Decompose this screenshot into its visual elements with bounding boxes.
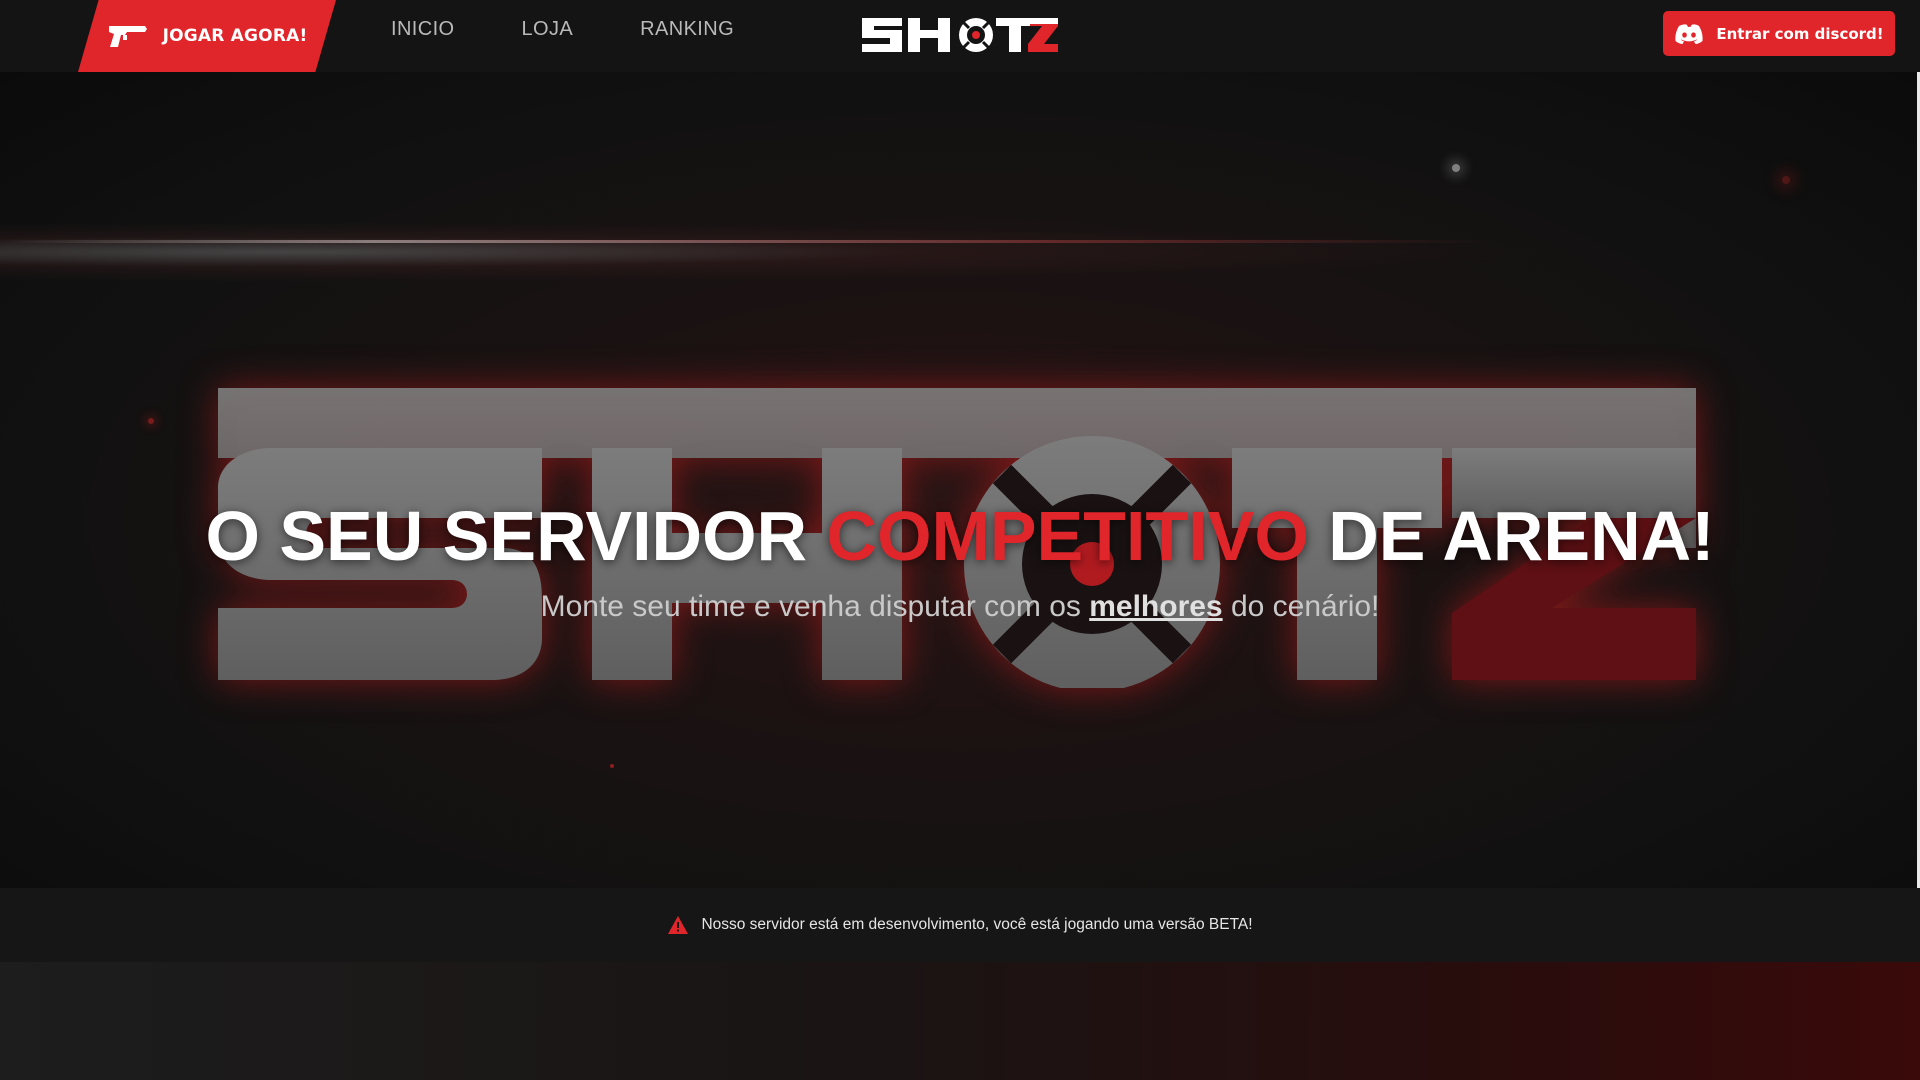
spark xyxy=(148,418,154,424)
nav-link-loja[interactable]: LOJA xyxy=(522,18,574,41)
subtitle-before: Monte seu time e venha disputar com os xyxy=(540,590,1081,623)
discord-login-button[interactable]: Entrar com discord! xyxy=(1663,11,1895,56)
light-streak xyxy=(0,222,1560,282)
footer-band xyxy=(0,962,1920,1080)
spark xyxy=(1452,164,1460,172)
spark xyxy=(1782,176,1790,184)
headline-part1: O SEU SERVIDOR xyxy=(205,497,808,575)
light-line xyxy=(0,240,1500,243)
hero-section: O SEU SERVIDOR COMPETITIVO DE ARENA! Mon… xyxy=(0,72,1920,888)
top-navbar: JOGAR AGORA! INICIO LOJA RANKING Entrar … xyxy=(0,0,1920,72)
play-now-label: JOGAR AGORA! xyxy=(162,26,308,46)
subtitle-after: do cenário! xyxy=(1230,590,1380,623)
pistol-icon xyxy=(108,26,147,47)
hero-subtitle: Monte seu time e venha disputar com os m… xyxy=(0,590,1920,624)
spark xyxy=(610,764,614,768)
subtitle-highlight: melhores xyxy=(1089,590,1223,623)
play-now-button[interactable]: JOGAR AGORA! xyxy=(78,0,336,72)
main-nav: INICIO LOJA RANKING xyxy=(391,18,734,41)
hero-headline: O SEU SERVIDOR COMPETITIVO DE ARENA! xyxy=(0,496,1920,576)
beta-notice-text: Nosso servidor está em desenvolvimento, … xyxy=(701,916,1253,933)
shotz-logo-icon xyxy=(862,18,1058,52)
headline-part2: DE ARENA! xyxy=(1328,497,1715,575)
discord-icon xyxy=(1675,23,1703,44)
beta-notice-bar: Nosso servidor está em desenvolvimento, … xyxy=(0,888,1920,962)
warning-icon xyxy=(668,916,689,934)
headline-accent: COMPETITIVO xyxy=(826,497,1309,575)
nav-link-inicio[interactable]: INICIO xyxy=(391,18,455,41)
site-logo[interactable] xyxy=(858,12,1060,56)
discord-login-label: Entrar com discord! xyxy=(1716,24,1884,43)
nav-link-ranking[interactable]: RANKING xyxy=(640,18,734,41)
